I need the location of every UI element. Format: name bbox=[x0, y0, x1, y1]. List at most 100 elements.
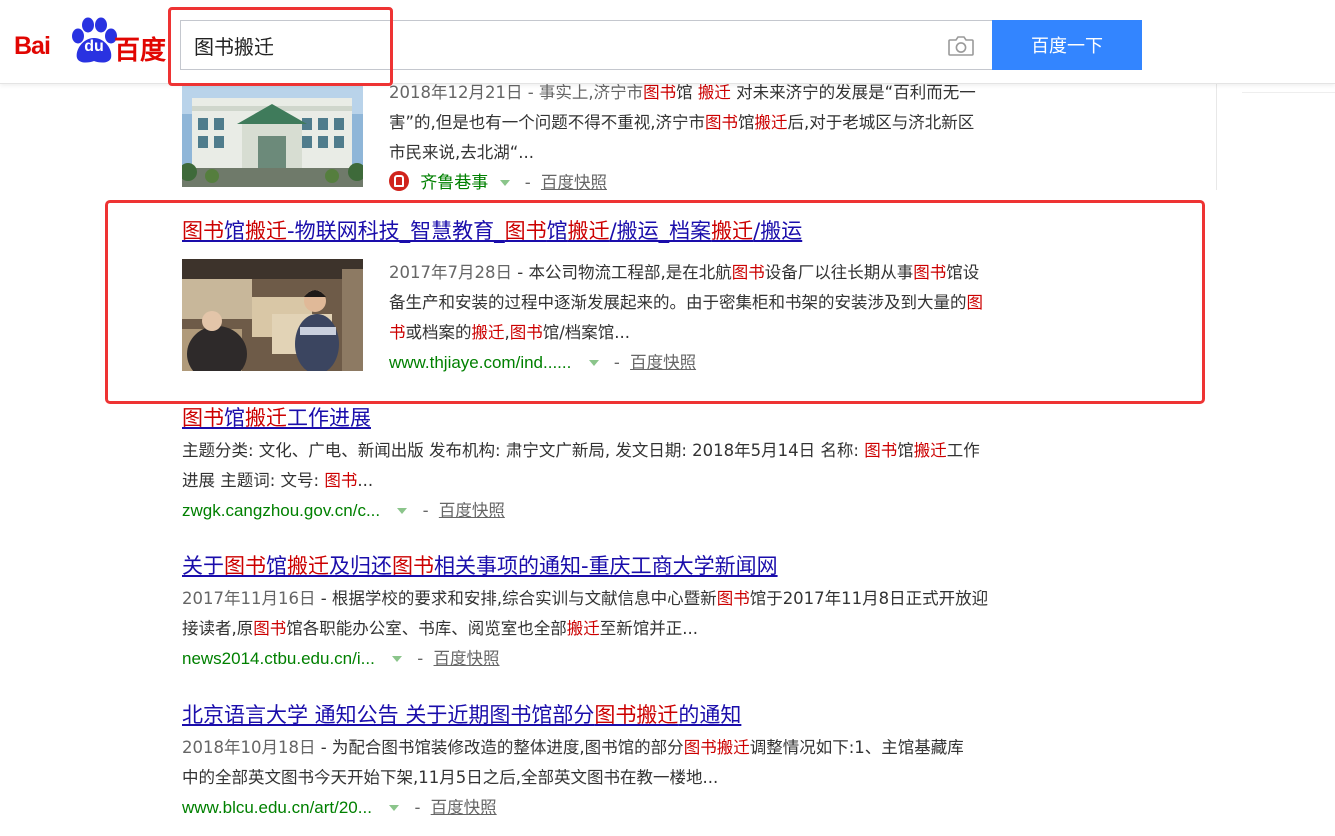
result-3-abstract: 主题分类: 文化、广电、新闻出版 发布机构: 肃宁文广新局, 发文日期: 201… bbox=[182, 436, 992, 496]
text-segment: 主题分类: 文化、广电、新闻出版 发布机构: 肃宁文广新局, 发文日期: 201… bbox=[182, 441, 865, 460]
highlighted-keyword: 图书 bbox=[913, 263, 947, 282]
result-3-url[interactable]: zwgk.cangzhou.gov.cn/c... bbox=[182, 501, 380, 520]
result-2-body: 2017年7月28日 - 本公司物流工程部,是在北航图书设备厂以往长期从事图书馆… bbox=[389, 258, 983, 378]
text-segment: -物联网科技_智慧教育_ bbox=[287, 219, 505, 243]
result-4-kuaizhao-link[interactable]: 百度快照 bbox=[434, 649, 500, 668]
text-segment: - 根据学校的要求和安排,综合实训与文献信息中心暨新 bbox=[315, 589, 717, 608]
text-segment: 馆 bbox=[546, 219, 568, 243]
highlighted-keyword: 图书搬迁 bbox=[594, 703, 679, 727]
text-segment: 馆 bbox=[224, 406, 245, 430]
source-favicon-icon bbox=[389, 171, 409, 191]
highlighted-keyword: 图书 bbox=[224, 554, 266, 578]
highlighted-keyword: 图书 bbox=[705, 113, 739, 132]
logo-text-du: du bbox=[84, 38, 104, 55]
highlighted-keyword: 搬迁 bbox=[566, 619, 600, 638]
search-box bbox=[180, 20, 994, 70]
result-1: 2018年12月21日 - 事实上,济宁市图书馆 搬迁 对未来济宁的发展是“百利… bbox=[389, 78, 989, 198]
warehouse-workers-image bbox=[182, 259, 363, 371]
separator: - bbox=[422, 501, 429, 520]
result-3-meta: zwgk.cangzhou.gov.cn/c... - 百度快照 bbox=[182, 496, 992, 526]
highlighted-keyword: 搬迁 bbox=[754, 113, 788, 132]
highlighted-keyword: 搬迁 bbox=[471, 323, 505, 342]
result-2: 图书馆搬迁-物联网科技_智慧教育_图书馆搬迁/搬运_档案搬迁/搬运 bbox=[182, 217, 802, 245]
logo-text-cn: 百度 bbox=[114, 36, 167, 66]
text-segment: 相关事项的通知-重庆工商大学新闻网 bbox=[434, 554, 778, 578]
right-column-divider bbox=[1216, 84, 1217, 190]
chevron-down-icon[interactable] bbox=[397, 507, 408, 514]
result-2-thumbnail[interactable] bbox=[182, 259, 363, 371]
text-segment: - 为配合图书馆装修改造的整体进度,图书馆的部分 bbox=[315, 738, 684, 757]
result-3-title-link[interactable]: 图书馆搬迁工作进展 bbox=[182, 404, 992, 432]
highlighted-keyword: 搬迁 bbox=[245, 219, 287, 243]
text-segment: 及归还 bbox=[329, 554, 392, 578]
highlighted-keyword: 图书 bbox=[324, 471, 358, 490]
result-5-url[interactable]: www.blcu.edu.cn/art/20... bbox=[182, 798, 372, 817]
highlighted-keyword: 图书 bbox=[392, 554, 434, 578]
search-button[interactable]: 百度一下 bbox=[992, 20, 1142, 70]
result-4-title-link[interactable]: 关于图书馆搬迁及归还图书相关事项的通知-重庆工商大学新闻网 bbox=[182, 552, 994, 580]
result-5-abstract: 2018年10月18日 - 为配合图书馆装修改造的整体进度,图书馆的部分图书搬迁… bbox=[182, 733, 967, 793]
logo-text-bai: Bai bbox=[14, 32, 51, 60]
highlighted-keyword: 图书 bbox=[509, 323, 543, 342]
text-segment: 馆 bbox=[897, 441, 914, 460]
text-segment: 至新馆并正... bbox=[599, 619, 698, 638]
text-segment: ... bbox=[357, 471, 374, 490]
search-input[interactable] bbox=[194, 29, 894, 61]
camera-icon[interactable] bbox=[947, 35, 975, 57]
result-2-abstract: 2017年7月28日 - 本公司物流工程部,是在北航图书设备厂以往长期从事图书馆… bbox=[389, 258, 983, 348]
text-segment: 设备厂以往长期从事 bbox=[764, 263, 914, 282]
text-segment: /搬运_档案 bbox=[609, 219, 712, 243]
result-1-thumbnail[interactable] bbox=[182, 84, 363, 187]
text-segment: 或档案的 bbox=[405, 323, 472, 342]
date-text: 2017年11月16日 bbox=[182, 589, 316, 608]
result-2-url[interactable]: www.thjiaye.com/ind...... bbox=[389, 353, 571, 372]
chevron-down-icon[interactable] bbox=[499, 179, 510, 186]
highlighted-keyword: 搬迁 bbox=[245, 406, 287, 430]
text-segment: 馆 bbox=[266, 554, 287, 578]
result-2-meta: www.thjiaye.com/ind...... - 百度快照 bbox=[389, 348, 983, 378]
library-building-image bbox=[182, 84, 363, 187]
highlighted-keyword: 搬迁 bbox=[913, 441, 947, 460]
result-5: 北京语言大学 通知公告 关于近期图书馆部分图书搬迁的通知 2018年10月18日… bbox=[182, 701, 967, 823]
baidu-logo[interactable]: Bai du 百度 bbox=[12, 14, 172, 68]
result-1-kuaizhao-link[interactable]: 百度快照 bbox=[541, 173, 607, 192]
result-3: 图书馆搬迁工作进展 主题分类: 文化、广电、新闻出版 发布机构: 肃宁文广新局,… bbox=[182, 404, 992, 526]
highlighted-keyword: 搬迁 bbox=[567, 219, 610, 243]
right-column-rule bbox=[1242, 92, 1335, 93]
highlighted-keyword: 图书 bbox=[182, 406, 224, 430]
highlighted-keyword: 搬迁 bbox=[711, 219, 754, 243]
separator: - bbox=[613, 353, 620, 372]
date-text: 2017年7月28日 bbox=[389, 263, 512, 282]
result-2-title-link[interactable]: 图书馆搬迁-物联网科技_智慧教育_图书馆搬迁/搬运_档案搬迁/搬运 bbox=[182, 217, 802, 245]
result-3-kuaizhao-link[interactable]: 百度快照 bbox=[439, 501, 505, 520]
result-4-meta: news2014.ctbu.edu.cn/i... - 百度快照 bbox=[182, 644, 994, 674]
text-segment: /搬运 bbox=[753, 219, 803, 243]
header-bar: Bai du 百度 百度一下 bbox=[0, 0, 1335, 84]
text-segment: 北京语言大学 通知公告 关于近期图书馆部分 bbox=[182, 703, 595, 727]
highlighted-keyword: 图书 bbox=[731, 263, 765, 282]
text-segment: - 本公司物流工程部,是在北航 bbox=[512, 263, 732, 282]
highlighted-keyword: 图书 bbox=[182, 219, 224, 243]
separator: - bbox=[414, 798, 421, 817]
highlighted-keyword: 图书 bbox=[253, 619, 287, 638]
separator: - bbox=[417, 649, 424, 668]
result-1-source[interactable]: 齐鲁巷事 bbox=[420, 173, 488, 192]
highlighted-keyword: 图书搬迁 bbox=[683, 738, 750, 757]
text-segment: 馆 bbox=[676, 83, 698, 102]
result-5-meta: www.blcu.edu.cn/art/20... - 百度快照 bbox=[182, 793, 967, 823]
chevron-down-icon[interactable] bbox=[588, 359, 599, 366]
result-4-abstract: 2017年11月16日 - 根据学校的要求和安排,综合实训与文献信息中心暨新图书… bbox=[182, 584, 994, 644]
text-segment: 工作进展 bbox=[287, 406, 371, 430]
text-segment: 的通知 bbox=[678, 703, 742, 727]
chevron-down-icon[interactable] bbox=[389, 804, 400, 811]
result-4-url[interactable]: news2014.ctbu.edu.cn/i... bbox=[182, 649, 375, 668]
chevron-down-icon[interactable] bbox=[392, 655, 403, 662]
date-text: 2018年10月18日 bbox=[182, 738, 316, 757]
result-1-meta: 齐鲁巷事 - 百度快照 bbox=[389, 168, 989, 198]
result-5-kuaizhao-link[interactable]: 百度快照 bbox=[431, 798, 497, 817]
result-5-title-link[interactable]: 北京语言大学 通知公告 关于近期图书馆部分图书搬迁的通知 bbox=[182, 701, 967, 729]
text-segment: 馆 bbox=[738, 113, 755, 132]
highlighted-keyword: 图书 bbox=[643, 83, 677, 102]
highlighted-keyword: 图书 bbox=[864, 441, 898, 460]
result-2-kuaizhao-link[interactable]: 百度快照 bbox=[630, 353, 696, 372]
